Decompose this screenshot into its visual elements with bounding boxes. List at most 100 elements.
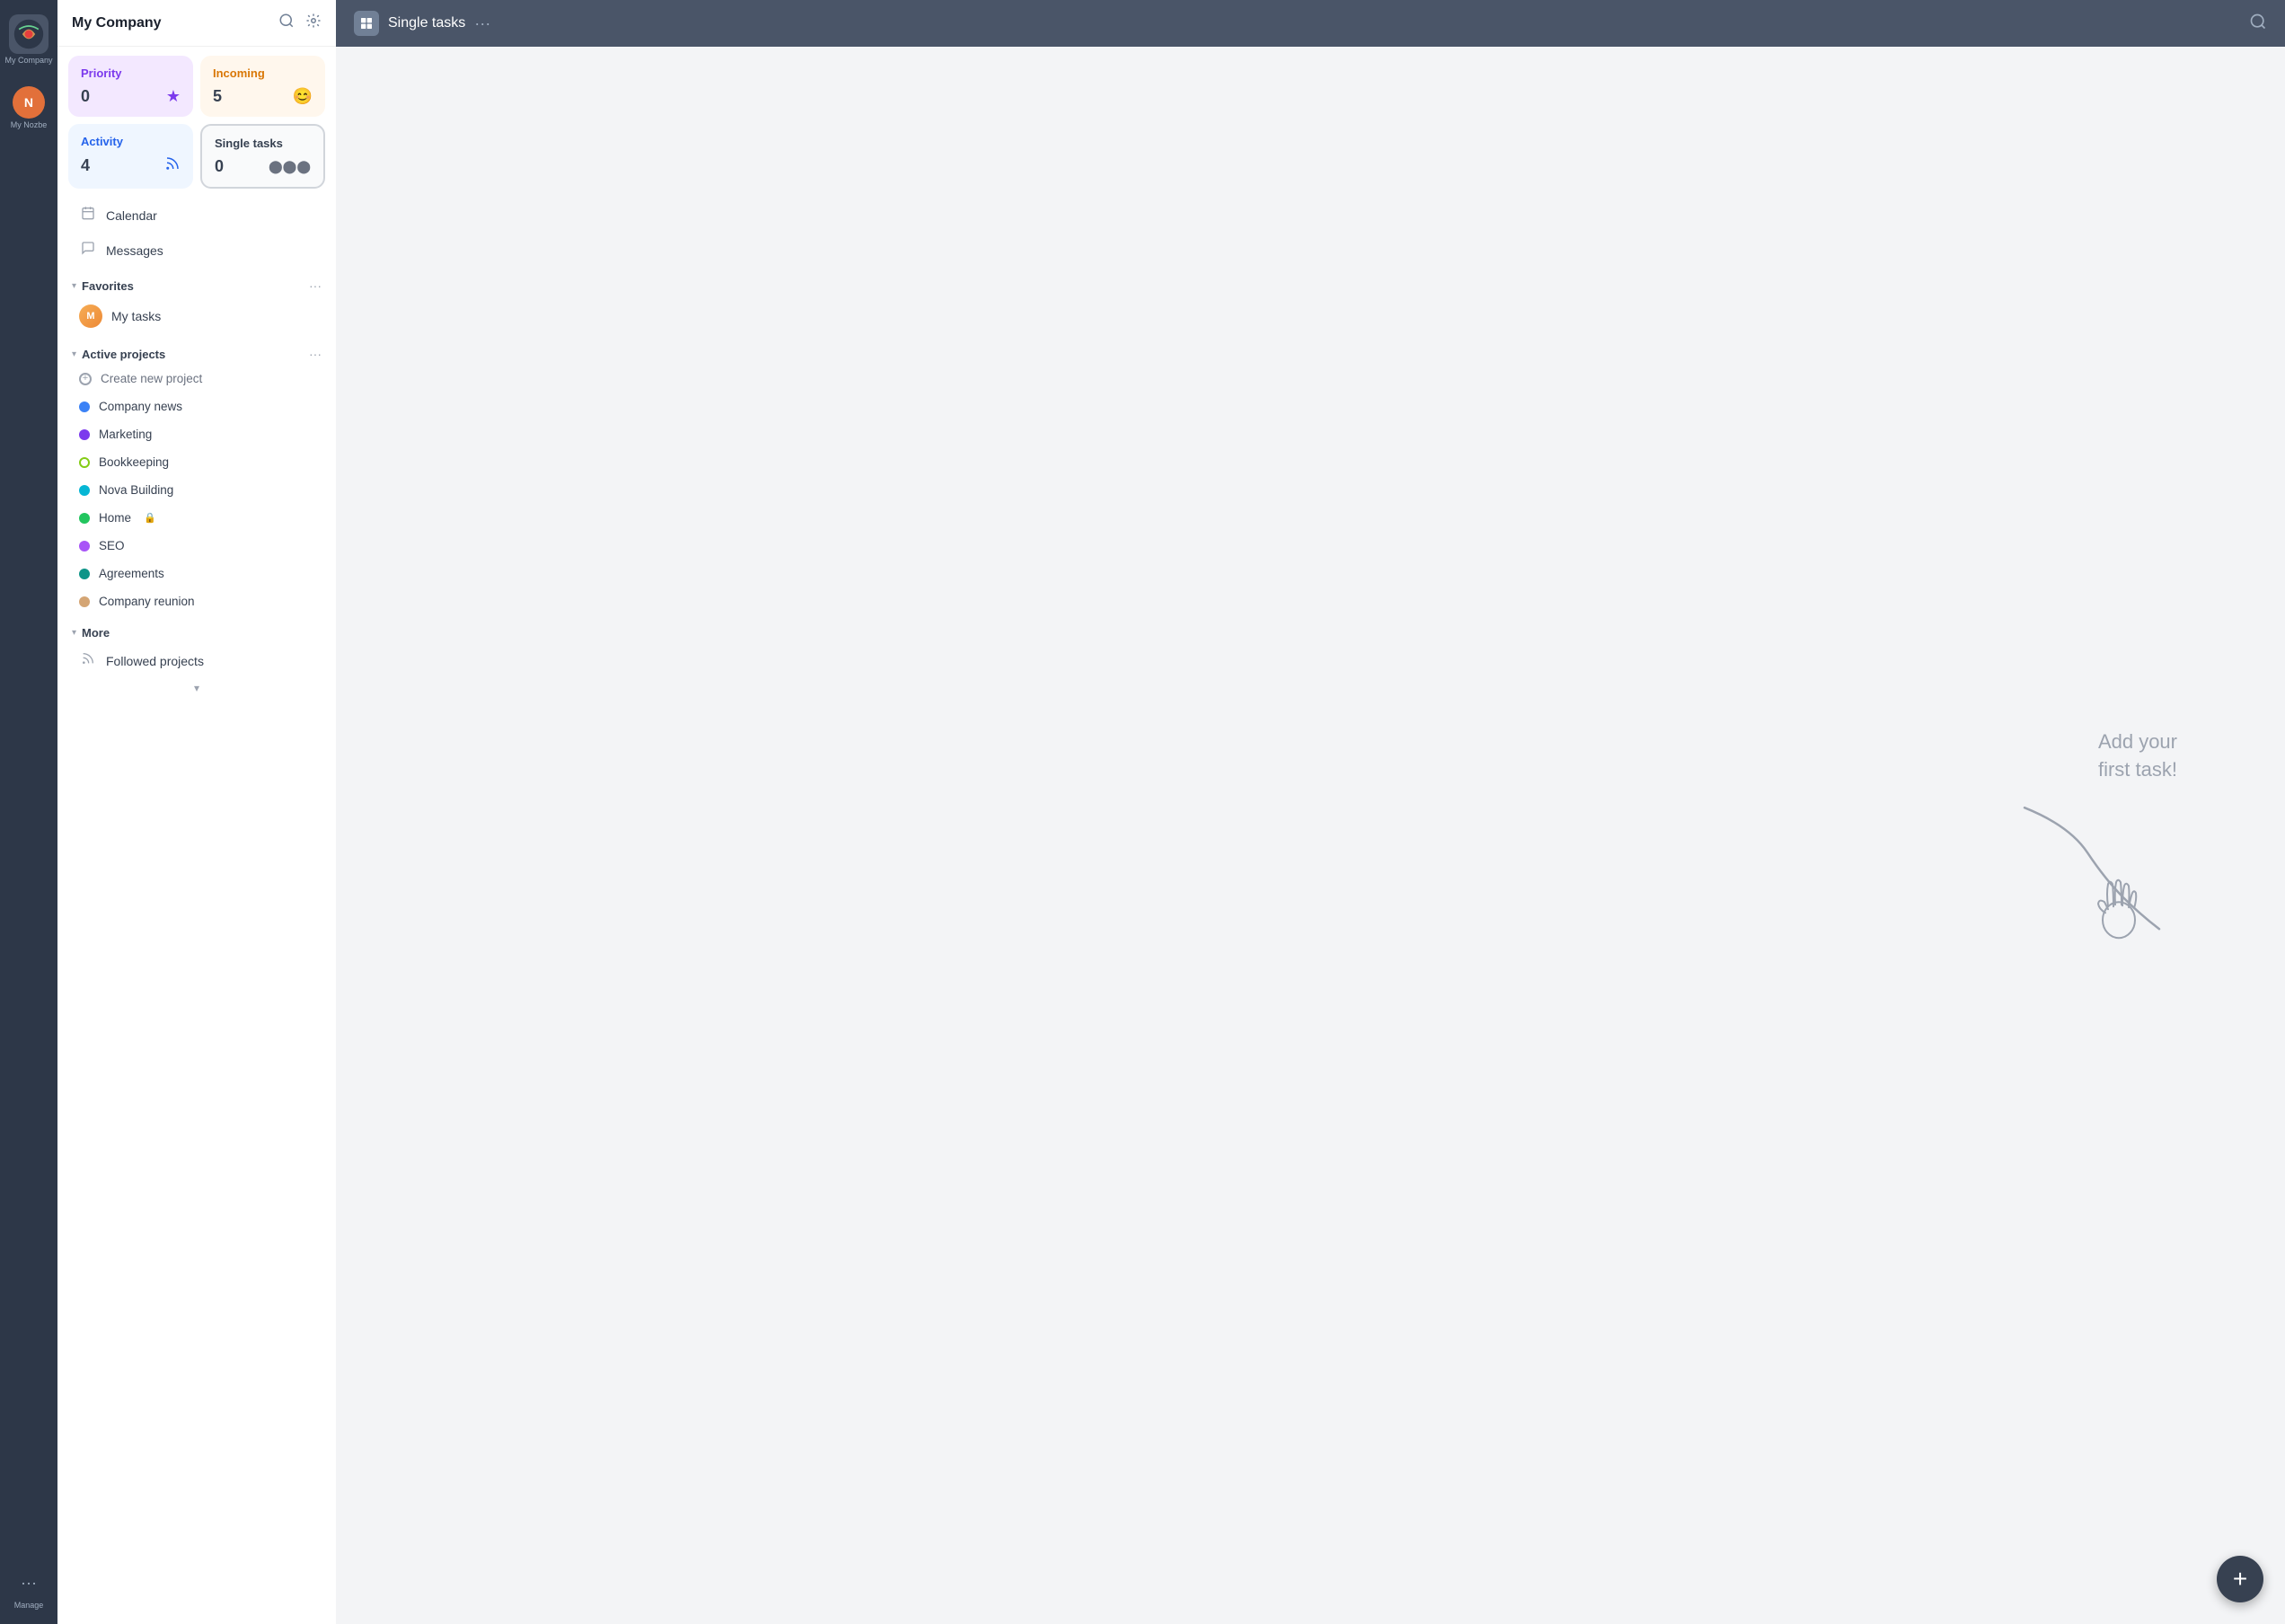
main-content: Single tasks ··· Add yourfirst task! [336, 0, 2285, 1624]
empty-state-text: Add yourfirst task! [2098, 728, 2177, 784]
project-item-company-news[interactable]: Company news [65, 393, 329, 419]
seo-label: SEO [99, 539, 125, 552]
nav-item-calendar[interactable]: Calendar [65, 199, 329, 232]
favorites-section-header: ▾ Favorites ··· [57, 271, 336, 296]
search-icon[interactable] [278, 13, 295, 33]
empty-state: Add yourfirst task! [2016, 728, 2177, 942]
active-projects-section-header: ▾ Active projects ··· [57, 340, 336, 365]
manage-item[interactable]: ··· Manage [9, 1563, 49, 1613]
project-item-marketing[interactable]: Marketing [65, 421, 329, 447]
manage-dots-icon[interactable]: ··· [13, 1567, 45, 1599]
more-section-header: ▾ More [57, 619, 336, 643]
user-avatar-item[interactable]: N My Nozbe [7, 83, 51, 133]
followed-projects-label: Followed projects [106, 654, 204, 668]
activity-card-label: Activity [81, 135, 181, 148]
project-item-company-reunion[interactable]: Company reunion [65, 588, 329, 614]
sidebar-title: My Company [72, 15, 162, 31]
single-tasks-header-icon [354, 11, 379, 36]
project-item-bookkeeping[interactable]: Bookkeeping [65, 449, 329, 475]
nav-item-messages[interactable]: Messages [65, 234, 329, 267]
company-news-dot [79, 402, 90, 412]
priority-card[interactable]: Priority 0 ★ [68, 56, 193, 117]
marketing-label: Marketing [99, 428, 152, 441]
priority-star-icon: ★ [166, 87, 181, 106]
app-logo-item[interactable]: My Company [1, 11, 56, 68]
priority-card-label: Priority [81, 66, 181, 80]
company-reunion-dot [79, 596, 90, 607]
agreements-dot [79, 569, 90, 579]
project-item-seo[interactable]: SEO [65, 533, 329, 559]
more-chevron-icon: ▾ [72, 628, 76, 638]
active-projects-toggle[interactable]: ▾ Active projects [72, 348, 165, 361]
sidebar-nav: Calendar Messages ▾ Favorites ··· M My t… [57, 198, 336, 1624]
nav-item-followed-projects[interactable]: Followed projects [65, 644, 329, 677]
create-project-label: Create new project [101, 372, 202, 385]
single-tasks-card-count: 0 [215, 157, 224, 176]
favorites-toggle[interactable]: ▾ Favorites [72, 279, 134, 293]
single-tasks-dots-icon: ⬤⬤⬤ [269, 159, 311, 174]
main-header: Single tasks ··· [336, 0, 2285, 47]
home-dot [79, 513, 90, 524]
active-projects-label: Active projects [82, 348, 165, 361]
app-name-label: My Company [4, 56, 52, 65]
activity-rss-icon [164, 155, 181, 176]
favorites-chevron-icon: ▾ [72, 281, 76, 291]
home-lock-icon: 🔒 [144, 512, 156, 524]
bookkeeping-label: Bookkeeping [99, 455, 169, 469]
main-header-more-icon[interactable]: ··· [474, 14, 490, 33]
user-avatar[interactable]: N [13, 86, 45, 119]
nova-building-dot [79, 485, 90, 496]
priority-card-count: 0 [81, 87, 90, 106]
single-tasks-card[interactable]: Single tasks 0 ⬤⬤⬤ [200, 124, 325, 189]
agreements-label: Agreements [99, 567, 164, 580]
incoming-card-count: 5 [213, 87, 222, 106]
project-item-home[interactable]: Home 🔒 [65, 505, 329, 531]
bookkeeping-dot [79, 457, 90, 468]
incoming-emoji-icon: 😊 [293, 87, 313, 106]
main-body: Add yourfirst task! [336, 47, 2285, 1624]
messages-icon [79, 241, 97, 260]
add-task-fab[interactable]: + [2217, 1556, 2263, 1602]
project-item-agreements[interactable]: Agreements [65, 560, 329, 587]
favorites-more-icon[interactable]: ··· [309, 278, 322, 293]
activity-card[interactable]: Activity 4 [68, 124, 193, 189]
main-header-title: Single tasks [388, 15, 465, 31]
project-item-nova-building[interactable]: Nova Building [65, 477, 329, 503]
incoming-card-label: Incoming [213, 66, 313, 80]
favorites-label: Favorites [82, 279, 134, 293]
create-project-plus-icon: + [79, 373, 92, 385]
nova-building-label: Nova Building [99, 483, 173, 497]
my-tasks-avatar: M [79, 304, 102, 328]
icon-bar: My Company N My Nozbe ··· Manage [0, 0, 57, 1624]
sidebar-header: My Company [57, 0, 336, 47]
hand-drawing-illustration [2016, 799, 2177, 942]
more-toggle[interactable]: ▾ More [72, 626, 110, 640]
app-logo[interactable] [9, 14, 49, 54]
scroll-down-indicator: ▾ [57, 678, 336, 698]
active-projects-chevron-icon: ▾ [72, 349, 76, 359]
main-header-search-icon[interactable] [2249, 13, 2267, 35]
fab-plus-icon: + [2233, 1565, 2247, 1593]
settings-icon[interactable] [305, 13, 322, 33]
more-label: More [82, 626, 110, 640]
calendar-icon [79, 206, 97, 225]
company-reunion-label: Company reunion [99, 595, 195, 608]
incoming-card[interactable]: Incoming 5 😊 [200, 56, 325, 117]
project-item-create-new[interactable]: + Create new project [65, 366, 329, 392]
sidebar: My Company Priority 0 ★ Incoming 5 😊 [57, 0, 336, 1624]
calendar-label: Calendar [106, 208, 157, 223]
my-nozbe-label: My Nozbe [11, 120, 48, 129]
main-header-right [2249, 13, 2267, 35]
followed-projects-rss-icon [79, 651, 97, 670]
active-projects-more-icon[interactable]: ··· [309, 347, 322, 361]
manage-label: Manage [14, 1601, 44, 1610]
marketing-dot [79, 429, 90, 440]
quick-cards-grid: Priority 0 ★ Incoming 5 😊 Activity 4 Sin [57, 47, 336, 198]
my-tasks-label: My tasks [111, 309, 161, 323]
single-tasks-card-label: Single tasks [215, 137, 311, 150]
messages-label: Messages [106, 243, 163, 258]
main-header-left: Single tasks ··· [354, 11, 490, 36]
company-news-label: Company news [99, 400, 182, 413]
nav-item-my-tasks[interactable]: M My tasks [65, 297, 329, 335]
sidebar-header-icons [278, 13, 322, 33]
